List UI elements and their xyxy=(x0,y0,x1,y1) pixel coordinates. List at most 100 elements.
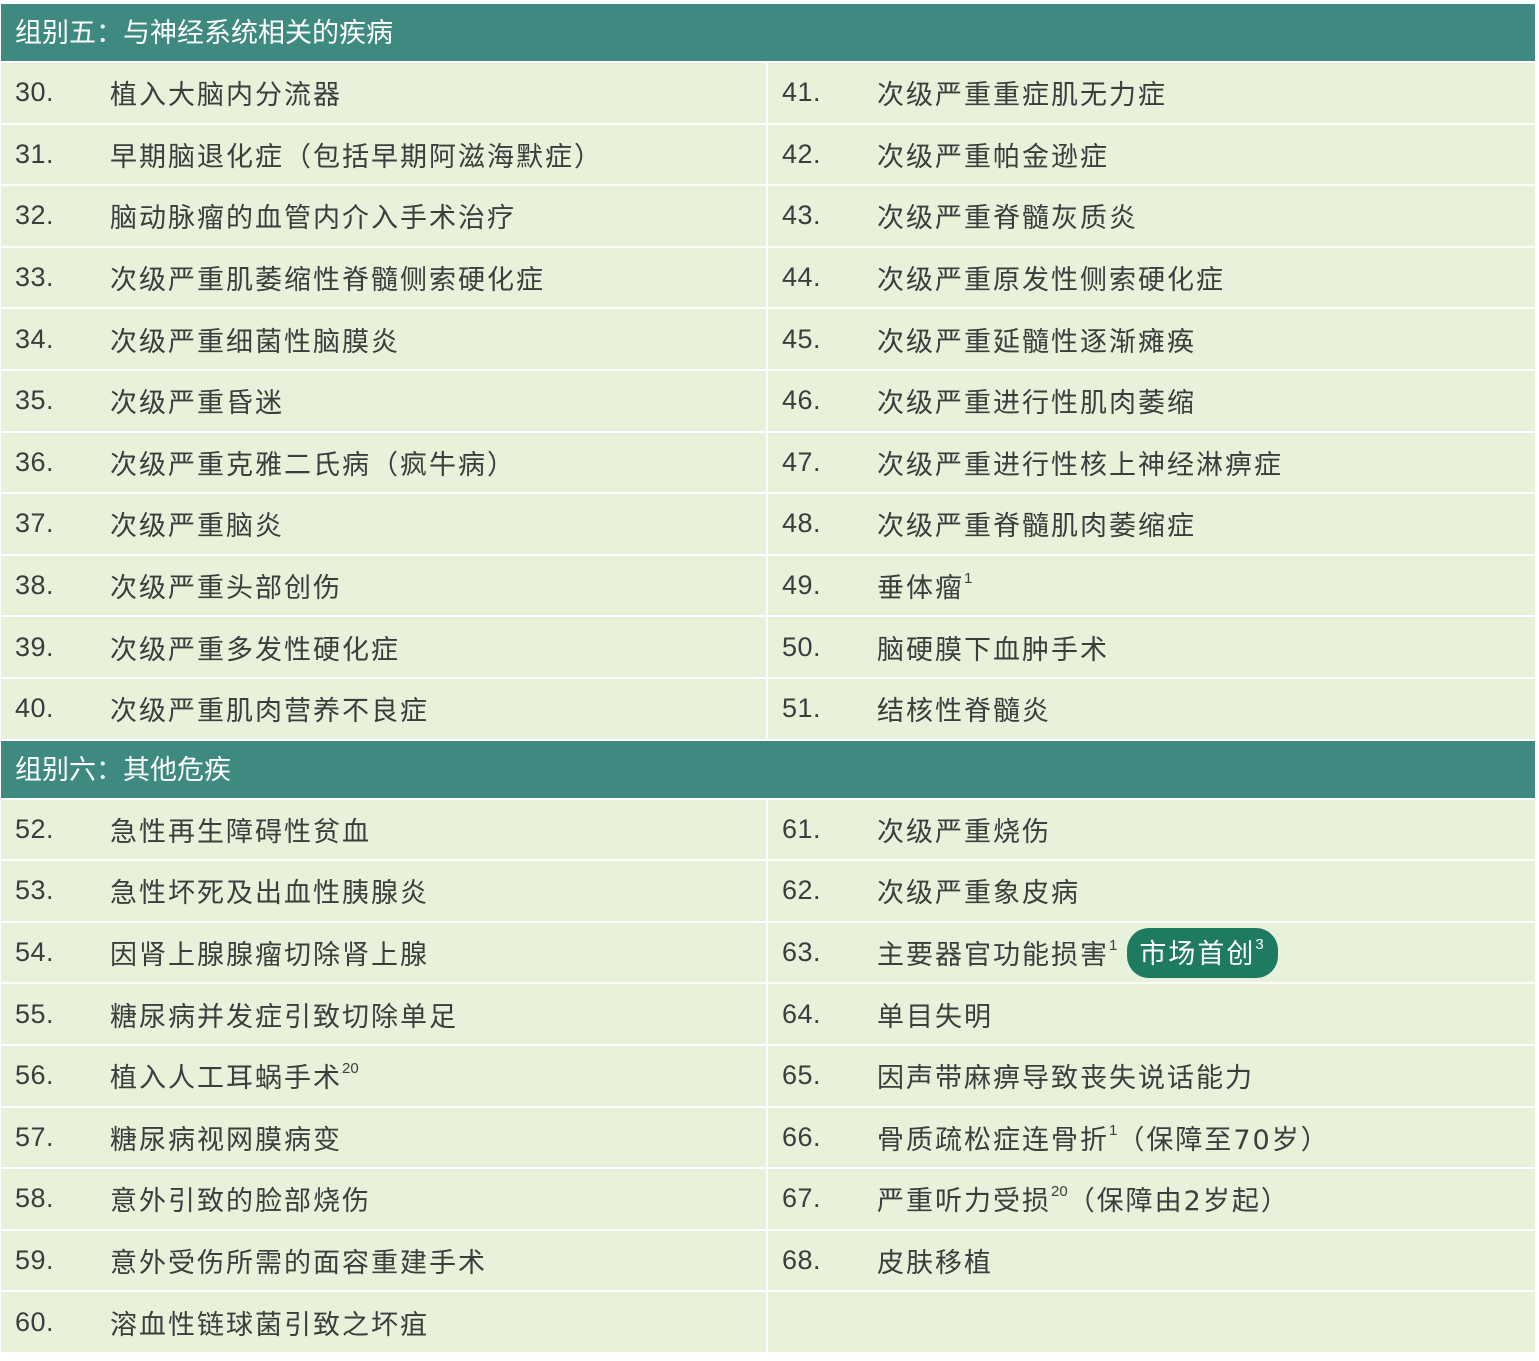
item-number: 35. xyxy=(15,385,55,416)
item-label: 次级严重脊髓灰质炎 xyxy=(877,203,1138,235)
table-row: 36. 次级严重克雅二氏病（疯牛病） 47. 次级严重进行性核上神经淋痹症 xyxy=(1,432,1535,495)
left-cell: 38. 次级严重头部创伤 xyxy=(1,555,768,616)
table-row: 38. 次级严重头部创伤 49. 垂体瘤1 xyxy=(1,555,1535,618)
group-five-header: 组别五：与神经系统相关的疾病 xyxy=(1,4,1535,63)
table-row: 53. 急性坏死及出血性胰腺炎 62. 次级严重象皮病 xyxy=(1,861,1535,923)
footnote-ref: 1 xyxy=(1109,937,1118,955)
left-cell: 58. 意外引致的脸部烧伤 xyxy=(1,1169,768,1229)
item-number: 66. xyxy=(782,1121,822,1152)
item-number: 52. xyxy=(15,813,55,844)
item-label: 脑硬膜下血肿手术 xyxy=(877,634,1109,666)
item-label: 次级严重昏迷 xyxy=(110,388,284,420)
left-cell: 53. 急性坏死及出血性胰腺炎 xyxy=(1,861,768,921)
right-cell: 51. 结核性脊髓炎 xyxy=(768,679,1535,739)
item-label: 急性坏死及出血性胰腺炎 xyxy=(110,878,429,910)
item-number: 48. xyxy=(782,508,822,539)
item-label: 次级严重烧伤 xyxy=(877,816,1051,848)
table-row: 33. 次级严重肌萎缩性脊髓侧索硬化症 44. 次级严重原发性侧索硬化症 xyxy=(1,247,1535,310)
right-cell: 41. 次级严重重症肌无力症 xyxy=(768,63,1535,123)
left-cell: 55. 糖尿病并发症引致切除单足 xyxy=(1,984,768,1044)
item-label: 垂体瘤1 xyxy=(877,570,973,605)
item-number: 51. xyxy=(782,693,822,724)
right-cell: 48. 次级严重脊髓肌肉萎缩症 xyxy=(768,494,1535,554)
left-cell: 59. 意外受伤所需的面容重建手术 xyxy=(1,1230,768,1291)
right-cell: 63. 主要器官功能损害1 市场首创3 xyxy=(768,923,1535,983)
item-label: 严重听力受损20（保障由2岁起） xyxy=(877,1183,1290,1218)
item-label: 次级严重肌萎缩性脊髓侧索硬化症 xyxy=(110,265,545,297)
table-row: 52. 急性再生障碍性贫血 61. 次级严重烧伤 xyxy=(1,799,1535,862)
left-cell: 57. 糖尿病视网膜病变 xyxy=(1,1107,768,1168)
left-cell: 37. 次级严重脑炎 xyxy=(1,494,768,554)
table-row: 40. 次级严重肌肉营养不良症 51. 结核性脊髓炎 xyxy=(1,678,1535,741)
item-label: 结核性脊髓炎 xyxy=(877,696,1051,728)
item-number: 63. xyxy=(782,937,822,968)
right-cell: 67. 严重听力受损20（保障由2岁起） xyxy=(768,1169,1535,1229)
item-label: 糖尿病视网膜病变 xyxy=(110,1124,342,1156)
left-cell: 30. 植入大脑内分流器 xyxy=(1,63,768,123)
table-row: 32. 脑动脉瘤的血管内介入手术治疗 43. 次级严重脊髓灰质炎 xyxy=(1,186,1535,248)
item-number: 31. xyxy=(15,138,55,169)
item-label: 因声带麻痹导致丧失说话能力 xyxy=(877,1063,1254,1095)
item-number: 47. xyxy=(782,446,822,477)
table-row: 35. 次级严重昏迷 46. 次级严重进行性肌肉萎缩 xyxy=(1,370,1535,433)
item-number: 46. xyxy=(782,385,822,416)
item-label: 次级严重进行性核上神经淋痹症 xyxy=(877,449,1283,481)
item-label: 次级严重细菌性脑膜炎 xyxy=(110,326,400,358)
item-number: 60. xyxy=(15,1306,55,1337)
left-cell: 39. 次级严重多发性硬化症 xyxy=(1,617,768,677)
item-number: 56. xyxy=(15,1060,55,1091)
critical-illness-table: 组别五：与神经系统相关的疾病 30. 植入大脑内分流器 41. 次级严重重症肌无… xyxy=(1,4,1535,1354)
right-cell: 62. 次级严重象皮病 xyxy=(768,861,1535,921)
table-row: 56. 植入人工耳蜗手术20 65. 因声带麻痹导致丧失说话能力 xyxy=(1,1045,1535,1108)
item-number: 40. xyxy=(15,693,55,724)
item-number: 44. xyxy=(782,262,822,293)
group-six-rows: 52. 急性再生障碍性贫血 61. 次级严重烧伤 53. 急性坏死及出血性胰腺炎… xyxy=(1,799,1535,1354)
item-number: 67. xyxy=(782,1183,822,1214)
item-number: 62. xyxy=(782,875,822,906)
item-label: 急性再生障碍性贫血 xyxy=(110,816,371,848)
table-row: 30. 植入大脑内分流器 41. 次级严重重症肌无力症 xyxy=(1,63,1535,125)
item-label: 次级严重帕金逊症 xyxy=(877,141,1109,173)
item-number: 39. xyxy=(15,631,55,662)
table-row: 60. 溶血性链球菌引致之坏疽 xyxy=(1,1292,1535,1354)
group-six-header: 组别六：其他危疾 xyxy=(1,740,1535,800)
item-label: 皮肤移植 xyxy=(877,1247,993,1279)
item-label: 早期脑退化症（包括早期阿滋海默症） xyxy=(110,141,603,173)
item-label: 意外受伤所需的面容重建手术 xyxy=(110,1247,487,1279)
left-cell: 56. 植入人工耳蜗手术20 xyxy=(1,1045,768,1106)
item-number: 50. xyxy=(782,631,822,662)
table-row: 37. 次级严重脑炎 48. 次级严重脊髓肌肉萎缩症 xyxy=(1,494,1535,556)
item-label: 次级严重克雅二氏病（疯牛病） xyxy=(110,449,516,481)
item-number: 36. xyxy=(15,446,55,477)
left-cell: 32. 脑动脉瘤的血管内介入手术治疗 xyxy=(1,186,768,246)
item-label: 因肾上腺腺瘤切除肾上腺 xyxy=(110,940,429,972)
footnote-ref: 20 xyxy=(342,1060,359,1078)
item-label: 植入人工耳蜗手术20 xyxy=(110,1060,359,1095)
table-row: 55. 糖尿病并发症引致切除单足 64. 单目失明 xyxy=(1,984,1535,1046)
item-number: 33. xyxy=(15,262,55,293)
right-cell: 44. 次级严重原发性侧索硬化症 xyxy=(768,248,1535,308)
item-label: 次级严重进行性肌肉萎缩 xyxy=(877,388,1196,420)
item-label: 次级严重原发性侧索硬化症 xyxy=(877,265,1225,297)
footnote-ref: 20 xyxy=(1051,1183,1068,1201)
left-cell: 54. 因肾上腺腺瘤切除肾上腺 xyxy=(1,922,768,983)
table-row: 31. 早期脑退化症（包括早期阿滋海默症） 42. 次级严重帕金逊症 xyxy=(1,124,1535,187)
item-label: 溶血性链球菌引致之坏疽 xyxy=(110,1309,429,1341)
left-cell: 33. 次级严重肌萎缩性脊髓侧索硬化症 xyxy=(1,247,768,308)
item-number: 65. xyxy=(782,1060,822,1091)
item-number: 45. xyxy=(782,323,822,354)
item-number: 38. xyxy=(15,570,55,601)
right-cell: 49. 垂体瘤1 xyxy=(768,556,1535,616)
item-number: 68. xyxy=(782,1244,822,1275)
left-cell: 60. 溶血性链球菌引致之坏疽 xyxy=(1,1292,768,1352)
item-number: 55. xyxy=(15,998,55,1029)
item-number: 41. xyxy=(782,77,822,108)
right-cell: 68. 皮肤移植 xyxy=(768,1231,1535,1291)
left-cell: 52. 急性再生障碍性贫血 xyxy=(1,799,768,860)
item-label: 糖尿病并发症引致切除单足 xyxy=(110,1001,458,1033)
item-label: 次级严重肌肉营养不良症 xyxy=(110,696,429,728)
right-cell: 45. 次级严重延髓性逐渐瘫痪 xyxy=(768,309,1535,369)
right-cell xyxy=(768,1292,1535,1352)
right-cell: 66. 骨质疏松症连骨折1（保障至70岁） xyxy=(768,1108,1535,1168)
item-number: 37. xyxy=(15,508,55,539)
